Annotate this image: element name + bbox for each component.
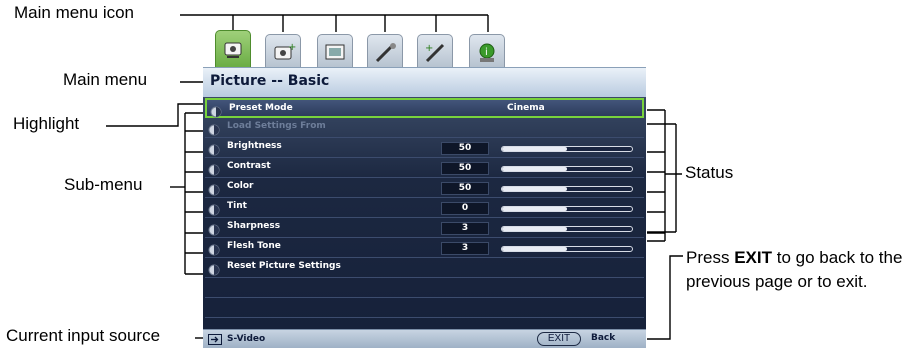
menu-row-label: Sharpness [227,221,281,231]
sub-menu-list: Preset Mode Cinema Load Settings From Brigh… [203,97,646,329]
load-settings-icon [207,121,221,136]
menu-row-value: 50 [441,162,489,175]
menu-row-label: Contrast [227,161,271,171]
menu-row-load-settings-from[interactable]: Load Settings From [205,118,644,138]
current-input-source-callout: Current input source [6,326,161,345]
menu-row-value: 50 [441,182,489,195]
slider-bar[interactable] [501,246,633,252]
menu-row-preset-mode[interactable]: Preset Mode Cinema [205,98,644,118]
display-icon [325,44,345,60]
picture-icon [224,42,242,58]
menu-row-label: Preset Mode [229,103,293,113]
slider-bar[interactable] [501,146,633,152]
menu-row-brightness[interactable]: Brightness 50 [205,138,644,158]
tab-information[interactable]: i [469,34,505,67]
main-menu-tabs: + + i [203,25,646,67]
brightness-icon [207,141,221,156]
tint-icon [207,201,221,216]
menu-row-sharpness[interactable]: Sharpness 3 [205,218,644,238]
exit-note: Press EXIT to go back to the previous pa… [686,246,911,294]
main-menu-title-bar: Picture -- Basic [203,67,646,97]
highlight-callout: Highlight [13,114,80,133]
menu-row-value: Cinema [507,103,545,113]
slider-bar[interactable] [501,226,633,232]
menu-row-contrast[interactable]: Contrast 50 [205,158,644,178]
tab-system-setup-advanced[interactable]: + [417,34,453,67]
menu-row-flesh-tone[interactable]: Flesh Tone 3 [205,238,644,258]
contrast-icon [207,161,221,176]
main-menu-callout: Main menu [63,70,148,89]
picture-advanced-icon: + [274,42,296,60]
exit-button[interactable]: EXIT [537,332,581,346]
menu-row-value: 3 [441,222,489,235]
exit-note-key: EXIT [734,248,772,267]
menu-row-label: Reset Picture Settings [227,261,341,271]
preset-mode-icon [209,103,223,118]
back-label: Back [591,333,616,343]
sub-menu-callout: Sub-menu [64,175,143,194]
menu-row-reset-picture-settings[interactable]: Reset Picture Settings [205,258,644,278]
color-icon [207,181,221,196]
svg-text:+: + [425,43,433,54]
flesh-tone-icon [207,241,221,256]
slider-fill [502,187,567,191]
reset-icon [207,261,221,276]
menu-row-label: Flesh Tone [227,241,281,251]
osd-footer: S-Video EXIT Back [203,329,646,348]
tab-system-setup-basic[interactable] [367,34,403,67]
menu-row-empty-row-1 [205,278,644,298]
menu-row-value: 50 [441,142,489,155]
slider-fill [502,207,567,211]
menu-row-label: Color [227,181,254,191]
menu-row-value: 0 [441,202,489,215]
exit-note-prefix: Press [686,248,730,267]
system-setup-basic-icon [375,43,396,63]
input-source-label: S-Video [227,334,266,344]
menu-title: Picture -- Basic [210,73,330,89]
slider-fill [502,247,567,251]
tab-display[interactable] [317,34,353,67]
menu-row-label: Load Settings From [227,121,326,131]
slider-bar[interactable] [501,206,633,212]
menu-row-empty-row-2 [205,298,644,318]
menu-row-label: Tint [227,201,247,211]
menu-row-color[interactable]: Color 50 [205,178,644,198]
input-source-icon [208,334,222,345]
osd-menu: + + i Picture -- Basic Preset Mode Cinema… [203,25,646,348]
slider-fill [502,167,567,171]
slider-fill [502,227,567,231]
menu-row-tint[interactable]: Tint 0 [205,198,644,218]
svg-text:i: i [485,47,488,58]
svg-text:+: + [288,42,296,53]
slider-bar[interactable] [501,186,633,192]
status-callout: Status [685,163,734,182]
slider-fill [502,147,567,151]
tab-picture-advanced[interactable]: + [265,34,301,67]
information-icon: i [479,43,495,62]
menu-row-label: Brightness [227,141,282,151]
slider-bar[interactable] [501,166,633,172]
tab-picture[interactable] [215,30,251,67]
menu-row-value: 3 [441,242,489,255]
main-menu-icon-callout: Main menu icon [14,3,135,22]
system-setup-advanced-icon: + [425,43,445,63]
sharpness-icon [207,221,221,236]
